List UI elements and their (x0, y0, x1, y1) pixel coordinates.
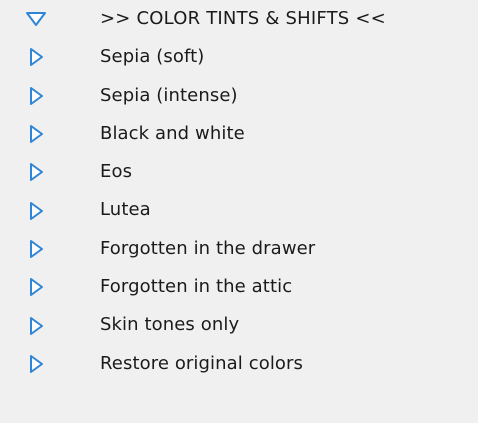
preset-item-skin-tones-only[interactable]: Skin tones only (0, 306, 478, 344)
preset-item-restore-original-colors[interactable]: Restore original colors (0, 345, 478, 383)
preset-tree-panel: >> COLOR TINTS & SHIFTS << Sepia (soft) … (0, 0, 478, 423)
preset-item-label: Sepia (soft) (100, 46, 205, 68)
preset-item-label: Lutea (100, 199, 151, 221)
preset-item-sepia-intense[interactable]: Sepia (intense) (0, 77, 478, 115)
preset-item-label: Forgotten in the drawer (100, 237, 316, 259)
preset-item-forgotten-in-the-drawer[interactable]: Forgotten in the drawer (0, 230, 478, 268)
triangle-right-icon[interactable] (23, 77, 49, 115)
group-header-label: >> COLOR TINTS & SHIFTS << (100, 8, 386, 29)
preset-item-label: Forgotten in the attic (100, 276, 293, 298)
triangle-right-icon[interactable] (23, 38, 49, 76)
triangle-down-icon[interactable] (23, 0, 49, 38)
preset-item-eos[interactable]: Eos (0, 153, 478, 191)
preset-item-lutea[interactable]: Lutea (0, 191, 478, 229)
preset-item-label: Restore original colors (100, 352, 304, 374)
preset-item-label: Black and white (100, 122, 245, 144)
preset-item-label: Eos (100, 161, 133, 183)
preset-item-forgotten-in-the-attic[interactable]: Forgotten in the attic (0, 268, 478, 306)
group-header-color-tints-shifts[interactable]: >> COLOR TINTS & SHIFTS << (0, 0, 478, 38)
triangle-right-icon[interactable] (23, 306, 49, 344)
triangle-right-icon[interactable] (23, 153, 49, 191)
triangle-right-icon[interactable] (23, 345, 49, 383)
triangle-right-icon[interactable] (23, 115, 49, 153)
triangle-right-icon[interactable] (23, 268, 49, 306)
preset-item-label: Sepia (intense) (100, 84, 238, 106)
preset-item-black-and-white[interactable]: Black and white (0, 115, 478, 153)
preset-item-sepia-soft[interactable]: Sepia (soft) (0, 38, 478, 76)
triangle-right-icon[interactable] (23, 191, 49, 229)
preset-item-label: Skin tones only (100, 314, 240, 336)
triangle-right-icon[interactable] (23, 230, 49, 268)
